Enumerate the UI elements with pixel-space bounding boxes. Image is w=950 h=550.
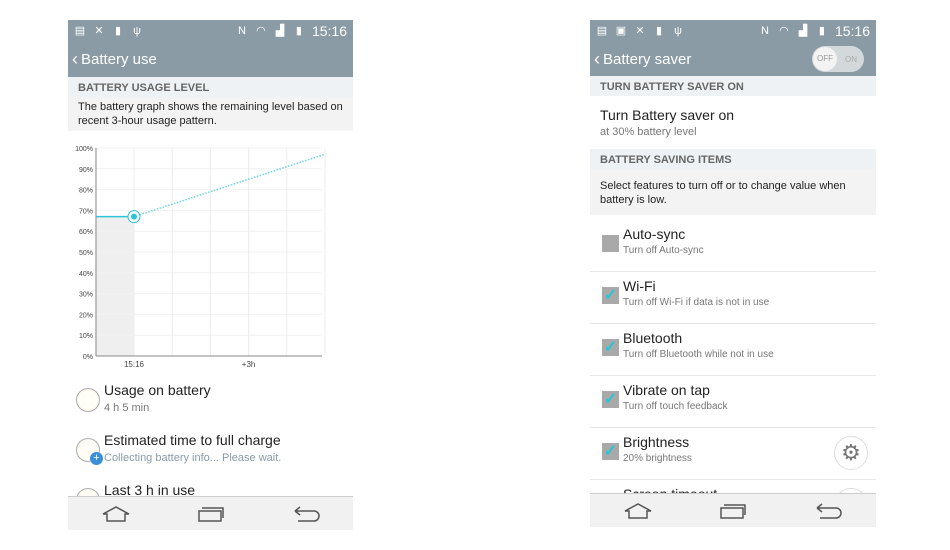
item-title: Bluetooth	[623, 330, 683, 346]
nfc-icon: N	[760, 25, 769, 37]
current-point	[131, 213, 137, 220]
item-subtitle: Collecting battery info... Please wait.	[104, 452, 282, 464]
home-icon[interactable]	[622, 501, 654, 521]
battery-saver-screen: ▤ ▣ ✕ ▮ ψ N ◠ ▟ ▮ 15:16 ‹ Battery saver …	[590, 20, 876, 527]
y-tick-label: 30%	[79, 292, 93, 299]
home-icon[interactable]	[100, 504, 132, 524]
saving-item[interactable]: ✓ Bluetooth Turn off Bluetooth while not…	[590, 324, 876, 376]
missed-call-icon: ✕	[635, 25, 645, 37]
item-title: Wi-Fi	[623, 278, 656, 294]
battery-icon: ▮	[655, 25, 663, 37]
item-subtitle: Turn off Auto-sync	[623, 245, 704, 256]
signal-icon: ▟	[798, 25, 808, 37]
saving-items-list: Auto-sync Turn off Auto-sync ✓ Wi-Fi Tur…	[590, 215, 876, 527]
app-bar: ‹ Battery use	[68, 42, 353, 77]
item-subtitle: Turn off Bluetooth while not in use	[623, 349, 774, 360]
back-icon[interactable]	[290, 504, 322, 524]
gear-icon[interactable]: ⚙	[834, 436, 868, 470]
item-subtitle: at 30% battery level	[600, 126, 697, 138]
series-line-dotted-projection	[133, 153, 326, 218]
battery-chart: 0% 10% 20% 30% 40% 50% 60% 70% 80% 90% 100% 15:16 +3…	[75, 146, 326, 369]
checkbox[interactable]: ✓	[602, 287, 619, 304]
item-subtitle: 4 h 5 min	[104, 402, 150, 414]
saving-item[interactable]: ✓ Brightness 20% brightness ⚙	[590, 428, 876, 480]
navigation-bar	[68, 496, 353, 530]
list-item-usage-on-battery[interactable]: Usage on battery 4 h 5 min	[74, 382, 353, 426]
y-tick-label: 40%	[79, 271, 93, 278]
checkbox[interactable]	[602, 235, 619, 252]
checkbox[interactable]: ✓	[602, 391, 619, 408]
navigation-bar	[590, 493, 876, 527]
item-title: Auto-sync	[623, 226, 686, 242]
back-chevron-icon[interactable]: ‹	[594, 49, 600, 70]
item-title: Turn Battery saver on	[600, 107, 735, 123]
app-bar: ‹ Battery saver OFF ON	[590, 42, 876, 76]
description: The battery graph shows the remaining le…	[68, 97, 353, 131]
item-title: Estimated time to full charge	[104, 432, 281, 448]
image-icon: ▣	[615, 25, 627, 37]
item-title: Vibrate on tap	[623, 382, 710, 398]
battery-icon: ▮	[295, 25, 302, 37]
y-tick-label: 20%	[79, 312, 93, 319]
usb-icon: ψ	[133, 25, 141, 37]
list-item-estimated-time[interactable]: + Estimated time to full charge Collecti…	[74, 432, 353, 476]
y-tick-label: 10%	[79, 333, 93, 340]
item-title: Usage on battery	[104, 382, 211, 398]
x-tick-label: +3h	[242, 360, 256, 369]
x-tick-label: 15:16	[124, 360, 145, 369]
toggle-on-label: ON	[845, 55, 857, 64]
description: Select features to turn off or to change…	[590, 169, 876, 215]
item-subtitle: Turn off Wi-Fi if data is not in use	[623, 297, 770, 308]
y-tick-label: 50%	[79, 250, 93, 257]
turn-on-setting[interactable]: Turn Battery saver on at 30% battery lev…	[590, 96, 876, 149]
section-header: TURN BATTERY SAVER ON	[590, 76, 876, 96]
battery-saver-toggle[interactable]: OFF ON	[812, 46, 864, 72]
item-subtitle: 20% brightness	[623, 453, 692, 464]
toggle-off-label: OFF	[813, 47, 837, 71]
recent-apps-icon[interactable]	[717, 501, 749, 521]
battery-use-screen: ▤ ✕ ▮ ψ N ◠ ▟ ▮ 15:16 ‹ Battery use BATT…	[68, 20, 353, 530]
nfc-icon: N	[237, 25, 246, 37]
item-title: Brightness	[623, 434, 690, 450]
clock-time: 15:16	[311, 23, 347, 39]
clock-icon	[76, 388, 100, 412]
y-tick-label: 0%	[83, 354, 93, 361]
y-tick-label: 70%	[79, 208, 93, 215]
wifi-icon: ◠	[256, 25, 266, 37]
wifi-icon: ◠	[779, 25, 789, 37]
status-bar: ▤ ▣ ✕ ▮ ψ N ◠ ▟ ▮ 15:16	[590, 20, 876, 42]
recent-apps-icon[interactable]	[195, 504, 227, 524]
notification-icon: ▤	[74, 25, 86, 37]
section-header: BATTERY USAGE LEVEL	[68, 77, 353, 97]
clock-time: 15:16	[834, 23, 870, 39]
page-title: Battery saver	[603, 50, 692, 68]
signal-icon: ▟	[275, 25, 285, 37]
y-tick-label: 100%	[75, 146, 93, 153]
item-subtitle: Turn off touch feedback	[623, 401, 728, 412]
page-title: Battery use	[81, 51, 157, 68]
section-header: BATTERY SAVING ITEMS	[590, 149, 876, 169]
battery-icon: ▮	[818, 25, 825, 37]
battery-icon: ▮	[114, 25, 122, 37]
saving-item[interactable]: ✓ Vibrate on tap Turn off touch feedback	[590, 376, 876, 428]
missed-call-icon: ✕	[94, 25, 104, 37]
checkbox[interactable]: ✓	[602, 339, 619, 356]
clock-plus-icon: +	[76, 438, 103, 465]
back-icon[interactable]	[812, 501, 844, 521]
saving-item[interactable]: ✓ Wi-Fi Turn off Wi-Fi if data is not in…	[590, 272, 876, 324]
status-bar: ▤ ✕ ▮ ψ N ◠ ▟ ▮ 15:16	[68, 20, 353, 42]
checkbox[interactable]: ✓	[602, 443, 619, 460]
notification-icon: ▤	[596, 25, 608, 37]
y-tick-label: 60%	[79, 229, 93, 236]
saving-item[interactable]: Auto-sync Turn off Auto-sync	[590, 220, 876, 272]
usb-icon: ψ	[674, 25, 682, 37]
back-chevron-icon[interactable]: ‹	[72, 49, 78, 70]
y-tick-label: 90%	[79, 167, 93, 174]
y-tick-label: 80%	[79, 188, 93, 195]
